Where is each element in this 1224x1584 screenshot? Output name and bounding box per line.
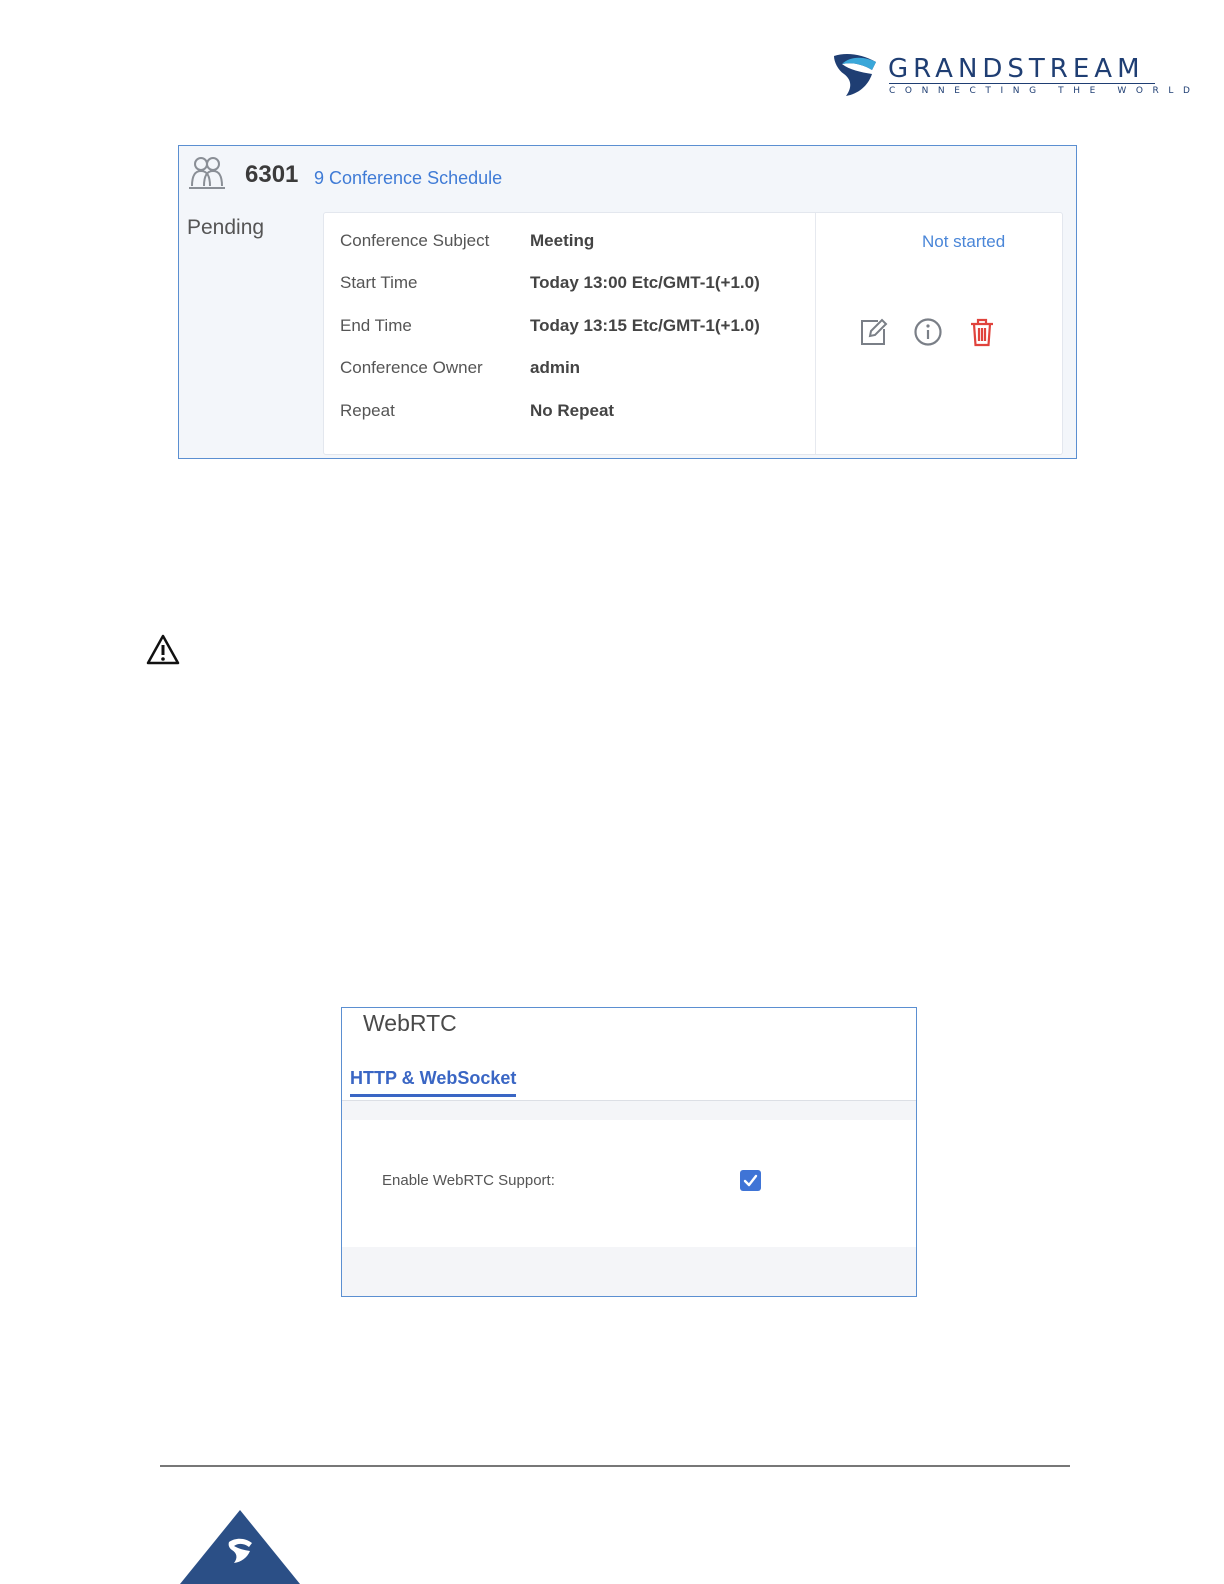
start-time-row: Start Time Today 13:00 Etc/GMT-1(+1.0): [340, 273, 810, 303]
enable-webrtc-label: Enable WebRTC Support:: [382, 1172, 555, 1189]
brand-name: GRANDSTREAM: [888, 54, 1145, 84]
edit-icon[interactable]: [858, 317, 888, 347]
conference-status-label: Pending: [187, 216, 265, 239]
conference-panel: 6301 9 Conference Schedule Pending Confe…: [178, 145, 1077, 459]
end-time-row: End Time Today 13:15 Etc/GMT-1(+1.0): [340, 316, 810, 346]
field-label: Start Time: [340, 273, 418, 292]
field-value: No Repeat: [530, 401, 615, 420]
warning-icon: [146, 634, 180, 665]
field-value: Today 13:00 Etc/GMT-1(+1.0): [530, 273, 760, 292]
conference-owner-row: Conference Owner admin: [340, 358, 810, 388]
webrtc-header: WebRTC HTTP & WebSocket: [342, 1008, 916, 1100]
field-label: Repeat: [340, 401, 395, 420]
field-label: End Time: [340, 316, 412, 335]
info-icon[interactable]: [913, 317, 943, 347]
page-title: WebRTC: [363, 1010, 457, 1036]
grandstream-logo: GRANDSTREAM CONNECTING THE WORLD: [832, 52, 1190, 100]
conference-room-icon: [189, 157, 225, 189]
field-label: Conference Subject: [340, 231, 490, 250]
conference-number: 6301: [245, 161, 299, 188]
card-divider: [815, 213, 816, 454]
brand-divider: [889, 83, 1155, 84]
footer-divider: [160, 1465, 1070, 1467]
checkmark-icon: [743, 1174, 758, 1187]
conference-schedule-link[interactable]: 9 Conference Schedule: [314, 168, 502, 189]
webrtc-form: Enable WebRTC Support:: [342, 1120, 916, 1247]
field-value: admin: [530, 358, 581, 377]
webrtc-settings-panel: WebRTC HTTP & WebSocket Enable WebRTC Su…: [341, 1007, 917, 1297]
grandstream-footer-icon: [180, 1510, 300, 1584]
enable-webrtc-checkbox[interactable]: [740, 1170, 761, 1191]
conference-state: Not started: [922, 232, 1006, 251]
field-value: Today 13:15 Etc/GMT-1(+1.0): [530, 316, 760, 335]
conference-subject-row: Conference Subject Meeting: [340, 231, 810, 261]
tab-divider: [342, 1100, 916, 1101]
trash-icon[interactable]: [967, 317, 997, 347]
tab-http-websocket[interactable]: HTTP & WebSocket: [350, 1068, 517, 1097]
repeat-row: Repeat No Repeat: [340, 401, 810, 431]
field-value: Meeting: [530, 231, 595, 250]
brand-tagline: CONNECTING THE WORLD: [889, 86, 1200, 96]
grandstream-mark-icon: [834, 54, 876, 96]
field-label: Conference Owner: [340, 358, 483, 377]
conference-card: Conference Subject Meeting Start Time To…: [323, 212, 1063, 455]
